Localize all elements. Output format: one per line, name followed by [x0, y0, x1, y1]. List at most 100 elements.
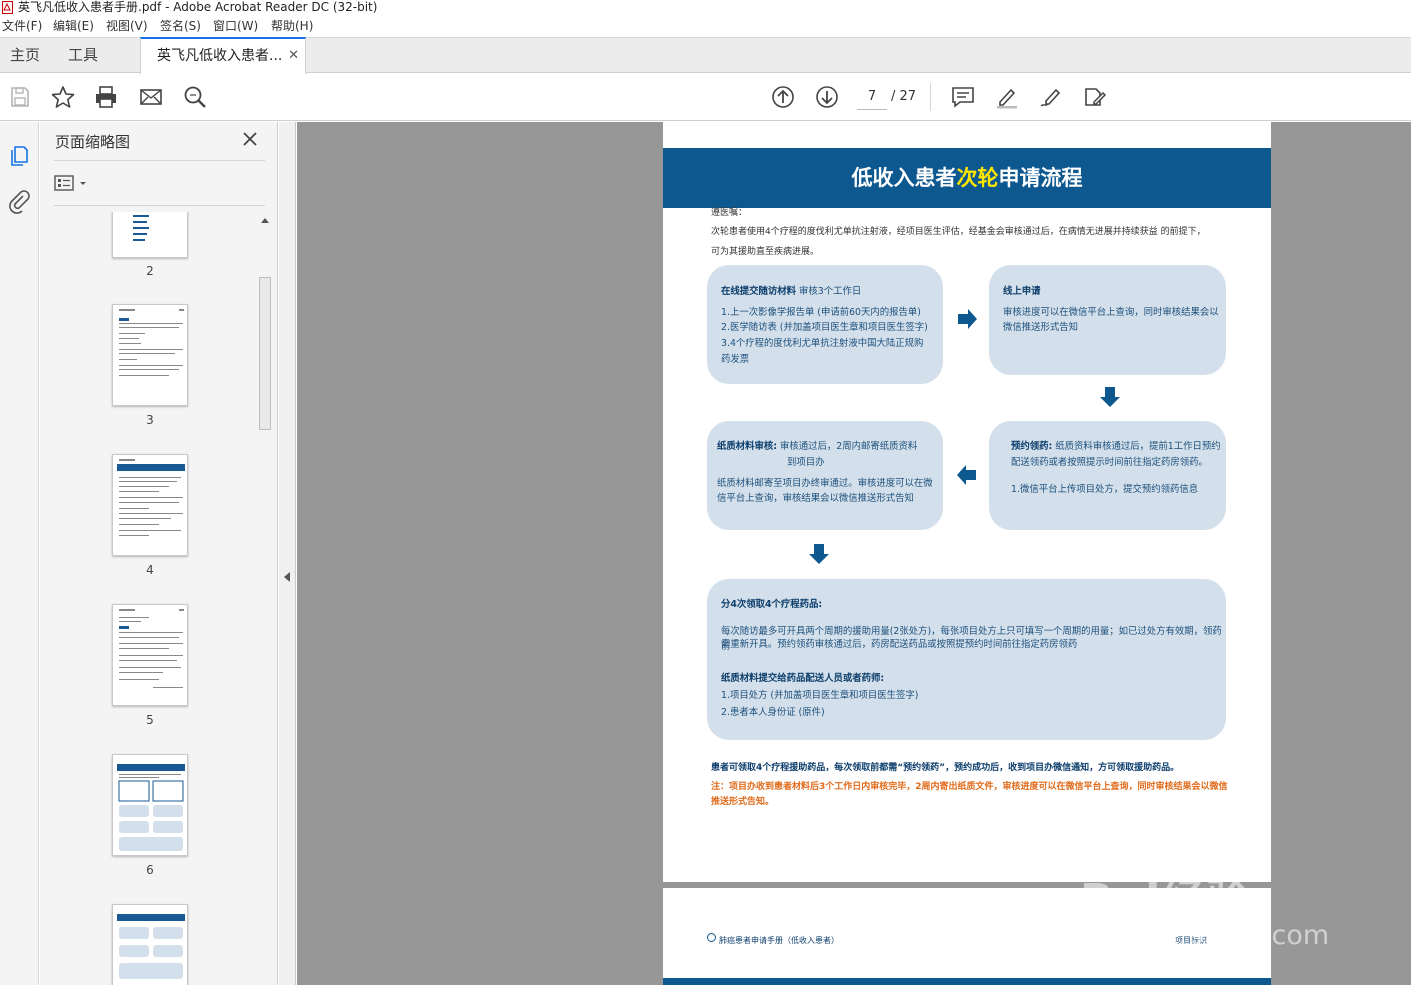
step-line: 2.医学随访表 (并加盖项目医生章和项目医生签字)	[721, 322, 928, 333]
close-tab-icon[interactable]: ✕	[288, 39, 299, 73]
collapse-arrow-icon[interactable]	[284, 572, 290, 582]
thumbnail-page-7[interactable]	[112, 904, 188, 985]
thumbnail-options-icon[interactable]	[54, 174, 90, 192]
arrow-right-icon	[958, 309, 977, 329]
previous-page-icon[interactable]	[770, 84, 796, 110]
page-thumbnails-icon[interactable]	[6, 142, 32, 168]
step-line: 配送领药或者按照提示时间前往指定药房领药。	[1011, 457, 1208, 468]
step-title: 预约领药: 纸质资料审核通过后，提前1工作日预约	[1011, 441, 1221, 452]
step-line: 1.微信平台上传项目处方，提交预约领药信息	[1011, 484, 1199, 495]
menu-edit[interactable]: 编辑(E)	[53, 16, 94, 36]
comment-icon[interactable]	[950, 84, 976, 110]
page-total: / 27	[891, 89, 917, 104]
thumbnail-panel: 页面缩略图 2 3 4 5 6	[40, 122, 278, 985]
panel-collapse-handle[interactable]	[279, 122, 296, 985]
thumbnail-page-3[interactable]	[112, 304, 188, 406]
pdf-page-8: 肺癌患者申请手册（低收入患者） 项目标识	[663, 888, 1271, 985]
email-icon[interactable]	[138, 84, 164, 110]
panel-divider	[54, 160, 265, 161]
heading-part: 低收入患者	[851, 166, 957, 190]
window-title: 英飞凡低收入患者手册.pdf - Adobe Acrobat Reader DC…	[18, 0, 378, 14]
footnote: 患者可领取4个疗程援助药品，每次领取前都需“预约领药”，预约成功后，收到项目办微…	[711, 763, 1180, 773]
panel-title: 页面缩略图	[55, 133, 131, 151]
warning-note: 注：项目办收到患者材料后3个工作日内审核完毕，2周内寄出纸质文件，审核进度可以在…	[711, 782, 1228, 807]
step-paper-review: 纸质材料审核: 审核通过后，2周内邮寄纸质资料 到项目办 纸质材料邮寄至项目办终…	[707, 421, 943, 530]
thumbnail-content	[117, 764, 185, 851]
thumbnail-scrollbar[interactable]	[258, 214, 272, 985]
page-footer-bar	[663, 978, 1271, 985]
highlight-pen-icon[interactable]	[994, 84, 1020, 110]
step-line: 药发票	[721, 354, 750, 365]
page-heading-banner: 低收入患者次轮申请流程	[663, 148, 1271, 208]
tab-home[interactable]: 主页	[10, 38, 40, 73]
search-icon[interactable]	[182, 84, 208, 110]
page-footer-text: 肺癌患者申请手册（低收入患者）	[719, 936, 839, 945]
thumbnail-label: 2	[146, 264, 154, 278]
heading-part: 申请流程	[998, 166, 1083, 190]
logo-circle-icon	[707, 933, 716, 942]
step-title: 分4次领取4个疗程药品:	[721, 599, 823, 610]
menu-bar: 文件(F) 编辑(E) 视图(V) 签名(S) 窗口(W) 帮助(H)	[0, 16, 1411, 36]
step-online-application: 线上申请 审核进度可以在微信平台上查询，同时审核结果会以 微信推送形式告知	[989, 265, 1226, 375]
toolbar: 7 / 27	[0, 74, 1411, 121]
menu-window[interactable]: 窗口(W)	[213, 16, 258, 36]
print-icon[interactable]	[93, 84, 119, 110]
toolbar-divider	[930, 83, 931, 111]
step-line: 1.上一次影像学报告单 (申请前60天内的报告单)	[721, 307, 921, 318]
step-submit-materials: 在线提交随访材料 审核3个工作日 1.上一次影像学报告单 (申请前60天内的报告…	[707, 265, 943, 384]
intro-line: 可为其援助直至疾病进展。	[711, 247, 820, 257]
step-collect-medicine: 分4次领取4个疗程药品: 每次随访最多可开具两个周期的援助用量(2张处方)，每张…	[707, 579, 1226, 740]
page-footer-right: 项目标识	[1175, 936, 1207, 945]
step-line: 审核进度可以在微信平台上查询，同时审核结果会以	[1003, 307, 1219, 318]
step-line: 需重新开具。预约领药审核通过后，药房配送药品或按照提预约时间前往指定药房领药	[721, 639, 1078, 650]
pdf-page-7: 低收入患者次轮申请流程 遵医嘱： 次轮患者使用4个疗程的度伐利尤单抗注射液，经项…	[663, 122, 1271, 882]
step-line: 微信推送形式告知	[1003, 322, 1079, 333]
step-line: 信平台上查询，审核结果会以微信推送形式告知	[717, 493, 914, 504]
fill-sign-icon[interactable]	[1082, 84, 1108, 110]
bookmark-star-icon[interactable]	[50, 84, 76, 110]
step-subtitle: 纸质材料提交给药品配送人员或者药师:	[721, 673, 885, 684]
arrow-left-icon	[957, 465, 976, 485]
scroll-up-arrow-icon[interactable]	[261, 218, 269, 223]
panel-divider	[54, 205, 265, 206]
tab-bar: 主页 工具 英飞凡低收入患者... ✕	[0, 37, 1411, 74]
menu-view[interactable]: 视图(V)	[106, 16, 148, 36]
step-line: 1.项目处方 (并加盖项目医生章和项目医生签字)	[721, 690, 919, 701]
step-title: 线上申请	[1003, 286, 1041, 297]
thumbnail-page-5[interactable]	[112, 604, 188, 706]
note-heading: 遵医嘱：	[711, 208, 748, 218]
thumbnail-content	[117, 914, 185, 979]
step-title: 纸质材料审核: 审核通过后，2周内邮寄纸质资料	[717, 441, 918, 452]
menu-file[interactable]: 文件(F)	[2, 16, 42, 36]
pdf-file-icon	[2, 1, 13, 14]
thumbnail-label: 4	[146, 563, 154, 577]
thumbnail-label: 6	[146, 863, 154, 877]
attachment-paperclip-icon[interactable]	[6, 188, 32, 214]
intro-line: 次轮患者使用4个疗程的度伐利尤单抗注射液，经项目医生评估，经基金会审核通过后，在…	[711, 227, 1206, 237]
document-viewer[interactable]: 低收入患者次轮申请流程 遵医嘱： 次轮患者使用4个疗程的度伐利尤单抗注射液，经项…	[297, 122, 1411, 985]
arrow-down-icon	[1100, 387, 1120, 407]
sign-pen-icon[interactable]	[1038, 84, 1064, 110]
step-line: 2.患者本人身份证 (原件)	[721, 707, 825, 718]
thumbnail-page-6[interactable]	[112, 754, 188, 856]
step-line: 到项目办	[787, 457, 825, 468]
step-title: 在线提交随访材料 审核3个工作日	[721, 286, 862, 297]
thumbnail-page-2[interactable]	[112, 212, 188, 258]
save-icon[interactable]	[7, 84, 33, 110]
thumbnail-content	[119, 609, 184, 688]
close-panel-icon[interactable]	[241, 130, 259, 148]
tab-document-label: 英飞凡低收入患者...	[157, 48, 283, 64]
step-line: 3.4个疗程的度伐利尤单抗注射液中国大陆正规购	[721, 338, 924, 349]
tab-tools[interactable]: 工具	[68, 38, 98, 73]
thumbnail-page-4[interactable]	[112, 454, 188, 556]
menu-sign[interactable]: 签名(S)	[160, 16, 201, 36]
thumbnail-content	[119, 309, 184, 376]
page-number-input[interactable]: 7	[857, 86, 887, 110]
thumbnail-label: 5	[146, 713, 154, 727]
thumbnail-content	[133, 215, 149, 241]
scrollbar-thumb[interactable]	[259, 277, 271, 430]
menu-help[interactable]: 帮助(H)	[271, 16, 313, 36]
next-page-icon[interactable]	[814, 84, 840, 110]
tab-document[interactable]: 英飞凡低收入患者... ✕	[140, 37, 306, 74]
thumbnail-content	[117, 459, 185, 536]
